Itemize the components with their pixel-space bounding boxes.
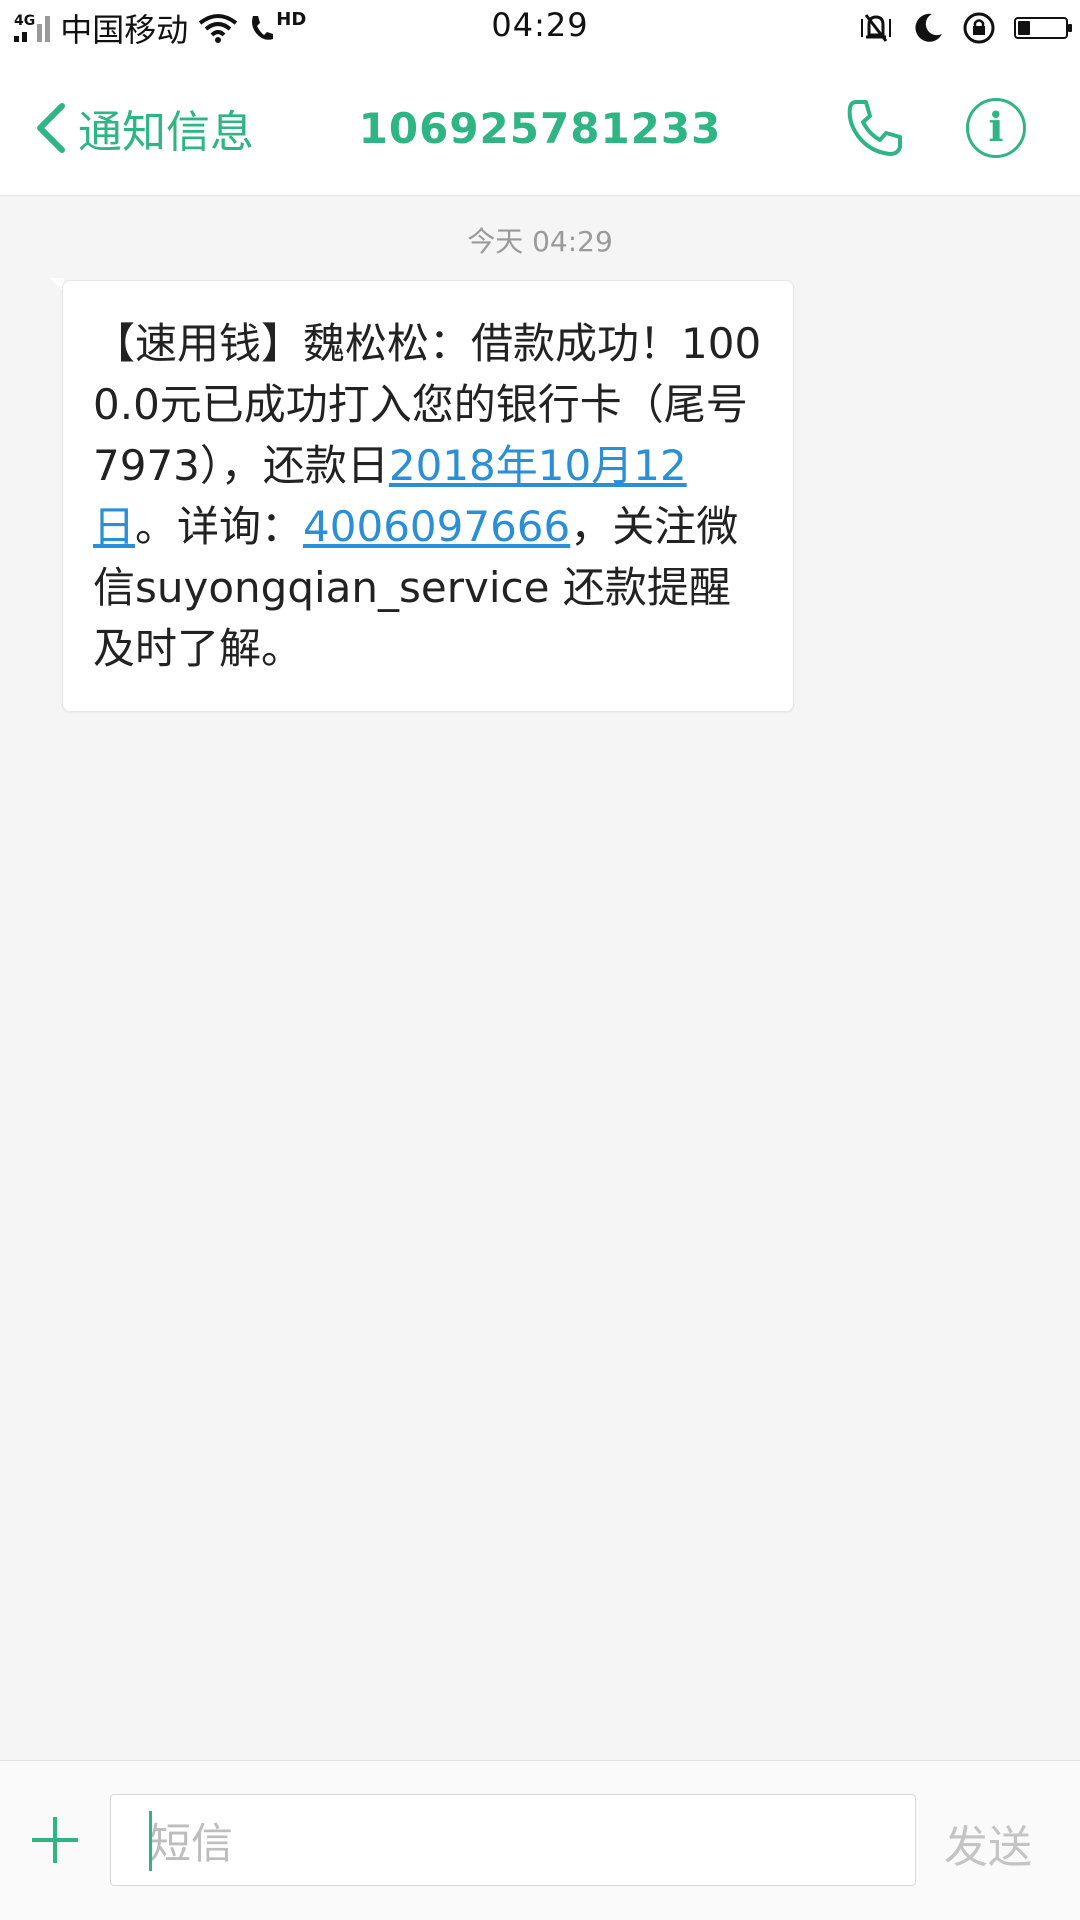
rotation-lock-icon (963, 12, 995, 44)
info-button[interactable]: i (966, 98, 1026, 158)
text-cursor (149, 1811, 152, 1871)
status-bar: 4G 中国移动 HD 04:29 (0, 0, 1080, 60)
vibrate-icon (861, 14, 891, 42)
phone-number-link[interactable]: 4006097666 (303, 502, 570, 551)
conversation-header: 通知信息 106925781233 i (0, 60, 1080, 196)
message-text: 【速用钱】魏松松：借款成功！1000.0元已成功打入您的银行卡（尾号7973），… (93, 313, 765, 679)
send-button[interactable]: 发送 (944, 1811, 1032, 1875)
phone-icon[interactable] (842, 96, 906, 160)
battery-icon (1014, 17, 1072, 39)
contact-number: 106925781233 (358, 104, 722, 153)
message-part-2: 。详询： (135, 502, 304, 551)
plus-icon[interactable] (30, 1815, 80, 1865)
do-not-disturb-icon (915, 13, 942, 42)
input-placeholder: 短信 (149, 1818, 234, 1868)
status-right (858, 6, 1072, 50)
message-timestamp: 今天 04:29 (467, 225, 613, 258)
sms-conversation-screen: 4G 中国移动 HD 04:29 通知信息 106925781233 i 今天 … (0, 0, 1080, 1920)
message-input[interactable]: 短信 (110, 1794, 916, 1886)
compose-bar: 短信 发送 (0, 1760, 1080, 1920)
message-bubble[interactable]: 【速用钱】魏松松：借款成功！1000.0元已成功打入您的银行卡（尾号7973），… (62, 280, 794, 712)
